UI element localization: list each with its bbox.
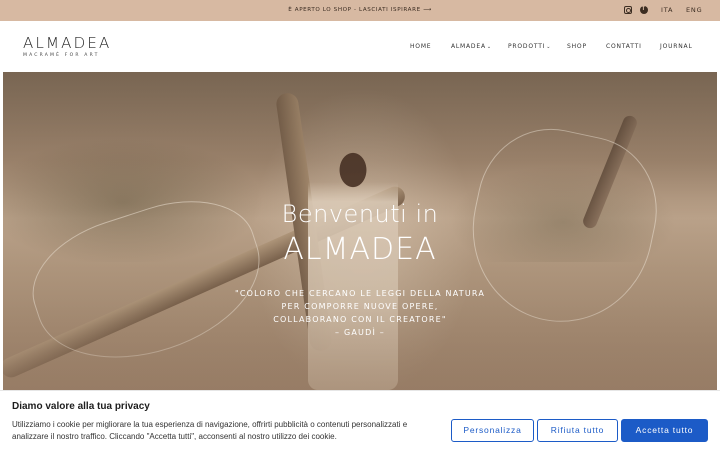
nav-shop-label: SHOP (567, 43, 587, 50)
shop-announcement-link[interactable]: È APERTO LO SHOP - LASCIATI ISPIRARE ⟶ (0, 0, 720, 21)
nav-contatti-label: CONTATTI (606, 43, 642, 50)
reject-all-cookies-button[interactable]: Rifiuta tutto (537, 419, 618, 442)
hero-banner: Benvenuti in ALMADEA "COLORO CHE CERCANO… (3, 72, 717, 390)
language-eng-link[interactable]: ENG (686, 0, 702, 21)
chevron-down-icon: ⌄ (546, 44, 552, 50)
nav-prodotti-label: PRODOTTI (508, 43, 546, 50)
chevron-down-icon: ⌄ (486, 44, 492, 50)
nav-prodotti[interactable]: PRODOTTI⌄ (508, 21, 551, 73)
nav-shop[interactable]: SHOP (567, 21, 587, 72)
accept-all-cookies-button[interactable]: Accetta tutto (621, 419, 708, 442)
hero-quote-line: COLLABORANO CON IL CREATORE" (273, 315, 447, 324)
logo-tagline: MACRAMÈ FOR ART (23, 53, 100, 58)
cookie-title: Diamo valore alla tua privacy (12, 401, 150, 412)
site-header: ALMADEA MACRAMÈ FOR ART HOME ALMADEA⌄ PR… (0, 21, 720, 72)
cookie-description: Utilizziamo i cookie per migliorare la t… (12, 420, 408, 441)
hero-brand: ALMADEA (283, 232, 437, 267)
instagram-icon[interactable] (624, 6, 632, 14)
customize-cookies-button[interactable]: Personalizza (451, 419, 534, 442)
hero-overlay (3, 72, 717, 390)
nav-home[interactable]: HOME (410, 21, 431, 72)
site-logo[interactable]: ALMADEA MACRAMÈ FOR ART (23, 34, 112, 58)
language-ita-link[interactable]: ITA (661, 0, 673, 21)
facebook-icon[interactable] (640, 5, 648, 14)
nav-contatti[interactable]: CONTATTI (606, 21, 642, 72)
logo-name: ALMADEA (23, 34, 112, 52)
nav-almadea-label: ALMADEA (451, 43, 486, 50)
hero-quote-line: "COLORO CHE CERCANO LE LEGGI DELLA NATUR… (235, 289, 485, 298)
hero-quote-author: – GAUDÌ – (335, 328, 385, 337)
nav-home-label: HOME (410, 43, 432, 50)
nav-almadea[interactable]: ALMADEA⌄ (451, 21, 492, 73)
nav-journal[interactable]: JOURNAL (660, 21, 693, 72)
nav-journal-label: JOURNAL (660, 43, 693, 50)
hero-quote-line: PER COMPORRE NUOVE OPERE, (281, 302, 439, 311)
announcement-bar: È APERTO LO SHOP - LASCIATI ISPIRARE ⟶ I… (0, 0, 720, 21)
cookie-banner: Diamo valore alla tua privacy Utilizziam… (0, 390, 720, 450)
hero-welcome: Benvenuti in (281, 200, 439, 228)
